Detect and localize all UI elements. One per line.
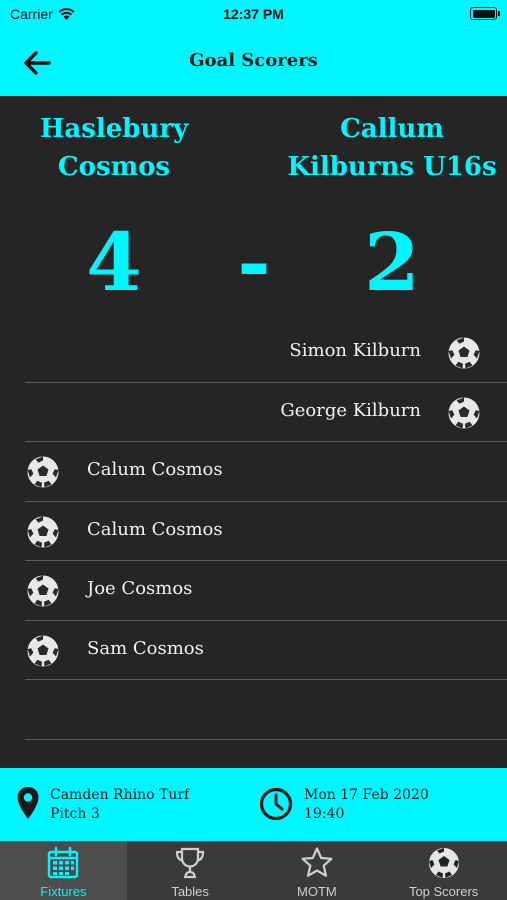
scorer-name: Simon Kilburn (289, 340, 421, 361)
tab-label-top-scorers: Top Scorers (408, 884, 479, 899)
pitch-name: Pitch 3 (50, 806, 100, 822)
battery-icon (470, 7, 500, 20)
venue-info: Camden Rhino Turf Pitch 3 (50, 786, 189, 824)
location-pin-icon (17, 787, 39, 819)
football-icon (26, 574, 60, 608)
tab-label-fixtures: Fixtures (40, 884, 87, 899)
nav-bar: Goal Scorers (0, 30, 507, 96)
star-icon (301, 847, 333, 877)
tab-fixtures[interactable]: Fixtures (0, 841, 127, 900)
home-score: 4 (86, 215, 142, 309)
scorer-row: Simon Kilburn (0, 323, 507, 383)
scorer-name: Calum Cosmos (87, 518, 223, 540)
trophy-icon (176, 847, 205, 879)
scorers-list: Simon Kilburn George Kilburn Calum Cosmo… (0, 323, 507, 740)
scorer-name: Sam Cosmos (87, 637, 204, 659)
home-team-name: Haslebury Cosmos (39, 114, 189, 182)
scorer-row: Sam Cosmos (0, 621, 507, 681)
scorer-name: Joe Cosmos (87, 578, 193, 599)
venue-name: Camden Rhino Turf (50, 787, 190, 803)
clock-icon (259, 787, 293, 821)
football-icon (26, 634, 60, 668)
match-date: Mon 17 Feb 2020 (304, 787, 429, 803)
match-time: 19:40 (304, 806, 345, 822)
calendar-icon (48, 846, 79, 879)
status-time: 12:37 PM (223, 6, 284, 22)
score-separator: - (237, 215, 271, 309)
tab-top-scorers[interactable]: Top Scorers (380, 841, 507, 900)
football-icon (26, 455, 60, 489)
scorer-name: George Kilburn (280, 399, 421, 421)
scorer-name: Calum Cosmos (87, 459, 223, 480)
scorer-row: Calum Cosmos (0, 442, 507, 502)
scorer-row: Calum Cosmos (0, 502, 507, 562)
match-info-bar: Camden Rhino Turf Pitch 3 Mon 17 Feb 202… (0, 768, 507, 841)
scorer-row: George Kilburn (0, 383, 507, 443)
tab-bar: Fixtures Tables MOTM Top Scorers (0, 841, 507, 900)
tab-motm[interactable]: MOTM (254, 841, 381, 900)
scorer-row: Joe Cosmos (0, 561, 507, 621)
tab-label-tables: Tables (171, 884, 209, 899)
football-icon (428, 848, 459, 878)
football-icon (447, 396, 481, 430)
page-title: Goal Scorers (189, 50, 318, 71)
empty-row (0, 680, 507, 740)
away-score: 2 (364, 215, 420, 309)
away-team-name: Callum Kilburns U16s (287, 114, 497, 182)
tab-label-motm: MOTM (297, 884, 337, 899)
football-icon (26, 515, 60, 549)
football-icon (447, 336, 481, 370)
tab-tables[interactable]: Tables (127, 841, 254, 900)
status-bar: Carrier 12:37 PM (0, 0, 507, 30)
kickoff-info: Mon 17 Feb 2020 19:40 (304, 786, 429, 824)
